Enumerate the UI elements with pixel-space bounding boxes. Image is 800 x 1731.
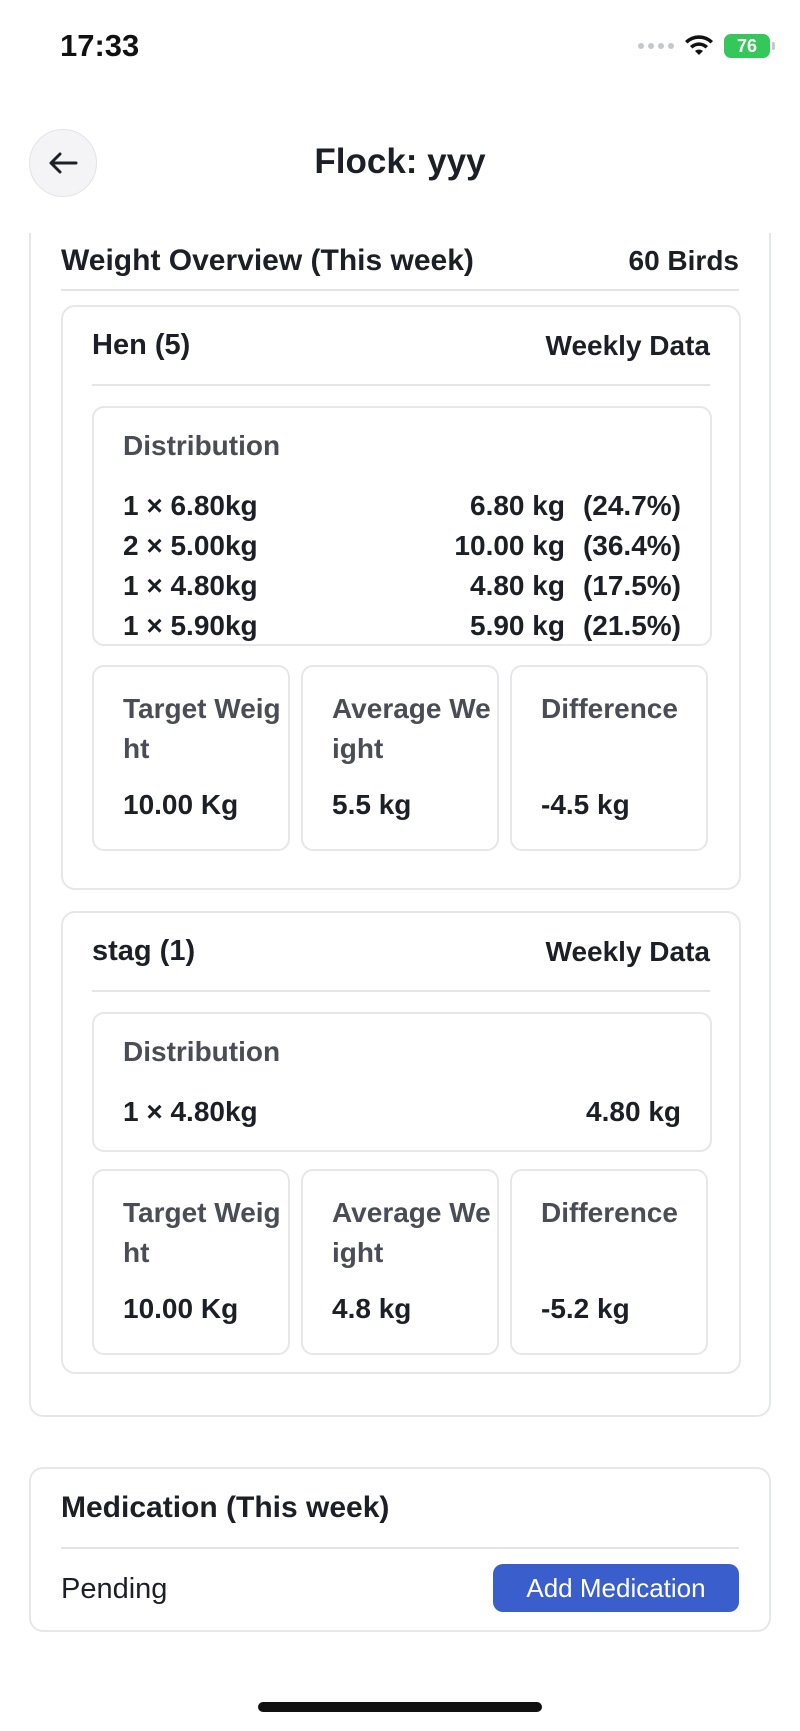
- page-title: Flock: yyy: [314, 142, 486, 181]
- bird-count: 60 Birds: [628, 245, 740, 276]
- medication-header: Medication (This week): [61, 1469, 739, 1549]
- home-indicator[interactable]: [258, 1702, 542, 1712]
- distribution-percent: (17.5%): [582, 570, 681, 601]
- distribution-row: 1 × 5.90kg 5.90 kg (21.5%): [123, 606, 681, 646]
- distribution-title: Distribution: [123, 430, 281, 461]
- stat-value: 10.00 Kg: [123, 789, 239, 820]
- status-time: 17:33: [60, 28, 140, 63]
- stat-value: -5.2 kg: [541, 1293, 630, 1324]
- group-header: stag (1) Weekly Data: [92, 913, 710, 992]
- top-nav-header: Flock: yyy: [0, 120, 800, 210]
- stat-value: 4.8 kg: [332, 1293, 412, 1324]
- distribution-list: 1 × 4.80kg 4.80 kg: [123, 1092, 681, 1132]
- weekly-data-label: Weekly Data: [545, 935, 710, 967]
- distribution-row: 1 × 6.80kg 6.80 kg (24.7%): [123, 486, 681, 526]
- distribution-total: 4.80 kg: [470, 570, 565, 601]
- distribution-total: 6.80 kg: [470, 490, 565, 521]
- group-card-hen: Hen (5) Weekly Data Distribution 1 × 6.8…: [61, 305, 741, 890]
- difference-box: Difference -5.2 kg: [510, 1169, 708, 1355]
- group-name: stag (1): [92, 935, 196, 967]
- distribution-item: 1 × 6.80kg: [123, 490, 258, 521]
- distribution-row: 1 × 4.80kg 4.80 kg (17.5%): [123, 566, 681, 606]
- wifi-icon: [685, 35, 713, 55]
- weekly-data-label: Weekly Data: [545, 329, 710, 361]
- distribution-list: 1 × 6.80kg 6.80 kg (24.7%) 2 × 5.00kg 10.…: [123, 486, 681, 646]
- medication-status: Pending: [61, 1573, 168, 1605]
- weight-overview-title: Weight Overview (This week): [61, 244, 474, 277]
- cellular-signal-icon: [638, 43, 674, 49]
- medication-title: Medication (This week): [61, 1491, 390, 1524]
- distribution-row: 2 × 5.00kg 10.00 kg (36.4%): [123, 526, 681, 566]
- average-weight-box: Average Weight 4.8 kg: [301, 1169, 499, 1355]
- status-bar: 17:33 76: [0, 0, 800, 100]
- distribution-row: 1 × 4.80kg 4.80 kg: [123, 1092, 681, 1132]
- distribution-total: 10.00 kg: [454, 530, 565, 561]
- group-card-stag: stag (1) Weekly Data Distribution 1 × 4.…: [61, 911, 741, 1374]
- average-weight-box: Average Weight 5.5 kg: [301, 665, 499, 851]
- distribution-item: 1 × 5.90kg: [123, 610, 258, 641]
- distribution-percent: (36.4%): [582, 530, 681, 561]
- target-weight-box: Target Weight 10.00 Kg: [92, 665, 290, 851]
- distribution-item: 1 × 4.80kg: [123, 1096, 258, 1127]
- stat-value: 5.5 kg: [332, 789, 412, 820]
- add-medication-button[interactable]: Add Medication: [493, 1564, 739, 1612]
- distribution-total: 5.90 kg: [470, 610, 565, 641]
- medication-card: Medication (This week) Pending Add Medic…: [29, 1467, 771, 1632]
- stat-label: Target Weight: [123, 1197, 281, 1268]
- distribution-box: Distribution 1 × 4.80kg 4.80 kg: [92, 1012, 712, 1152]
- status-icons: 76: [638, 34, 775, 58]
- distribution-total: 4.80 kg: [586, 1096, 681, 1127]
- battery-charging-icon: 76: [724, 34, 775, 58]
- weight-overview-header: Weight Overview (This week) 60 Birds: [61, 233, 739, 291]
- distribution-item: 1 × 4.80kg: [123, 570, 258, 601]
- difference-box: Difference -4.5 kg: [510, 665, 708, 851]
- stat-label: Average Weight: [332, 693, 491, 764]
- battery-level: 76: [736, 35, 758, 56]
- group-name: Hen (5): [92, 329, 191, 361]
- target-weight-box: Target Weight 10.00 Kg: [92, 1169, 290, 1355]
- stat-label: Difference: [541, 1197, 678, 1228]
- stat-label: Difference: [541, 693, 678, 724]
- weight-overview-card: Weight Overview (This week) 60 Birds Hen…: [29, 233, 771, 1417]
- distribution-item: 2 × 5.00kg: [123, 530, 258, 561]
- group-header: Hen (5) Weekly Data: [92, 307, 710, 386]
- stat-value: 10.00 Kg: [123, 1293, 239, 1324]
- distribution-title: Distribution: [123, 1036, 281, 1067]
- stat-label: Target Weight: [123, 693, 281, 764]
- distribution-percent: (21.5%): [582, 610, 681, 641]
- stat-value: -4.5 kg: [541, 789, 630, 820]
- distribution-percent: (24.7%): [582, 490, 681, 521]
- stat-label: Average Weight: [332, 1197, 491, 1268]
- distribution-box: Distribution 1 × 6.80kg 6.80 kg (24.7%) 2…: [92, 406, 712, 646]
